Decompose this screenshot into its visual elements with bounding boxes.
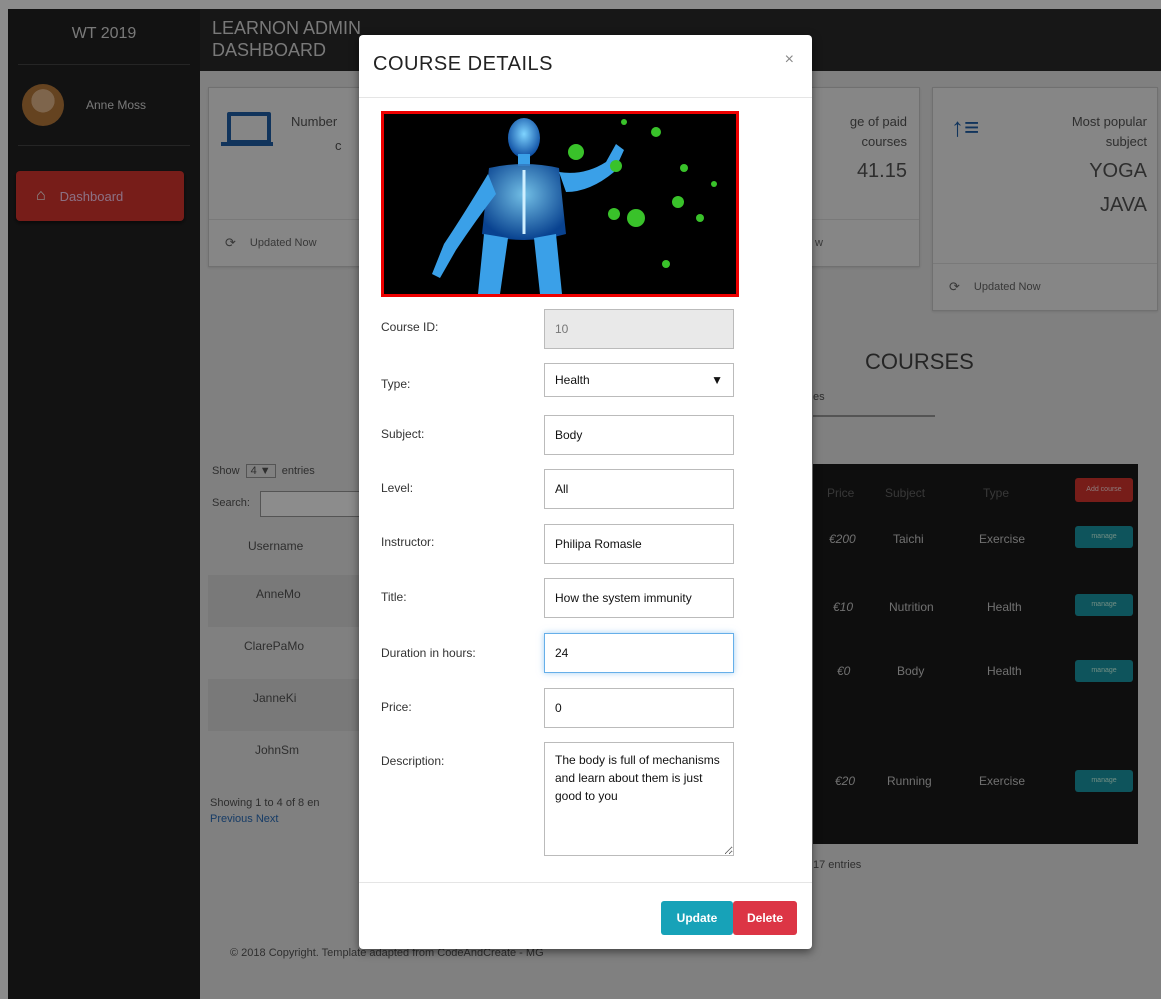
course-id-field [544,309,734,349]
type-select-value: Health [555,373,590,387]
duration-label: Duration in hours: [381,646,476,660]
delete-button[interactable]: Delete [733,901,797,935]
instructor-field[interactable] [544,524,734,564]
modal-footer: Update Delete [359,882,812,949]
level-field[interactable] [544,469,734,509]
type-select[interactable]: Health ▼ [544,363,734,397]
modal-header: COURSE DETAILS × [359,35,812,98]
update-button[interactable]: Update [661,901,733,935]
description-field[interactable]: The body is full of mechanisms and learn… [544,742,734,856]
instructor-label: Instructor: [381,535,435,549]
human-body-illustration [384,114,736,294]
modal-title: COURSE DETAILS [373,53,553,75]
title-field[interactable] [544,578,734,618]
close-icon[interactable]: × [785,51,794,69]
title-label: Title: [381,590,407,604]
chevron-down-icon: ▼ [711,373,723,387]
duration-field[interactable] [544,633,734,673]
level-label: Level: [381,481,414,495]
subject-field[interactable] [544,415,734,455]
course-details-modal: COURSE DETAILS × Course ID: 10 Type: Hea… [359,35,812,949]
price-label: Price: [381,700,412,714]
course-image [381,111,739,297]
course-id-label: Course ID: [381,320,439,334]
subject-label: Subject: [381,427,425,441]
type-label: Type: [381,377,411,391]
description-label: Description: [381,754,445,768]
price-field[interactable] [544,688,734,728]
